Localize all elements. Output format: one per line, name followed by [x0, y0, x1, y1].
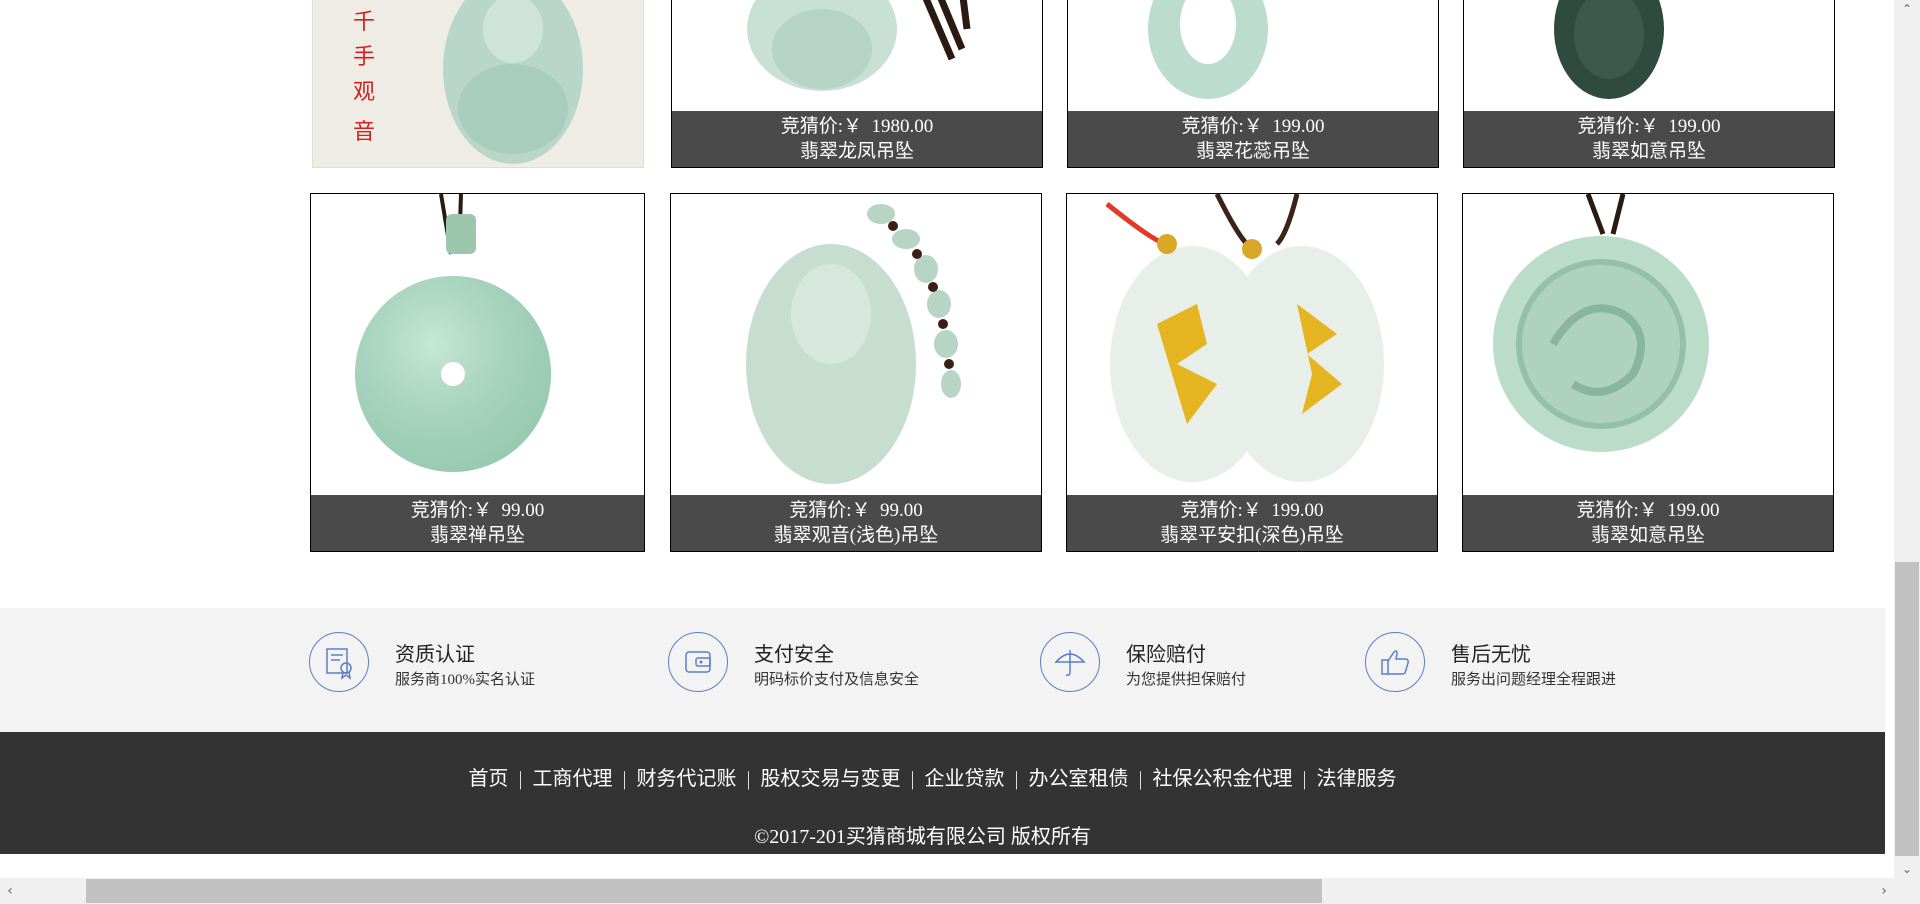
product-caption: 竞猜价:￥ 199.00 翡翠如意吊坠 — [1464, 111, 1834, 167]
service-title: 支付安全 — [754, 644, 834, 666]
currency-symbol: ￥ — [1639, 116, 1659, 137]
product-image[interactable] — [1463, 194, 1833, 495]
vertical-scroll-thumb[interactable] — [1895, 562, 1919, 856]
service-title: 保险赔付 — [1126, 644, 1206, 666]
product-name[interactable]: 翡翠如意吊坠 — [1464, 139, 1834, 164]
service-guarantees: 资质认证 服务商100%实名认证 支付安全 明码标价支付及信息安全 保险赔付 为… — [0, 608, 1885, 732]
footer-link-equity[interactable]: 股权交易与变更 — [760, 768, 900, 790]
price-label: 竞猜价: — [1181, 116, 1244, 137]
footer-separator: | — [1014, 768, 1019, 790]
price-label: 竞猜价: — [1577, 116, 1640, 137]
price-label: 竞猜价: — [1576, 500, 1639, 521]
product-card[interactable]: 竞猜价:￥ 99.00 翡翠观音(浅色)吊坠 — [670, 193, 1042, 552]
product-price: 199.00 — [1667, 500, 1720, 521]
service-title: 售后无忧 — [1451, 644, 1531, 666]
footer-link-home[interactable]: 首页 — [468, 768, 508, 790]
umbrella-icon — [1040, 632, 1100, 692]
product-grid: 千 手 观 音 竞猜价:￥ 1980.00 翡翠龙凤吊坠 竞猜价:￥ 199.0… — [310, 0, 1840, 558]
footer-link-office-rental[interactable]: 办公室租债 — [1029, 768, 1129, 790]
price-label: 竞猜价: — [410, 500, 473, 521]
product-caption: 竞猜价:￥ 99.00 翡翠禅吊坠 — [311, 495, 644, 551]
product-card[interactable]: 竞猜价:￥ 199.00 翡翠平安扣(深色)吊坠 — [1066, 193, 1438, 552]
product-name[interactable]: 翡翠平安扣(深色)吊坠 — [1067, 523, 1437, 548]
product-name[interactable]: 翡翠如意吊坠 — [1463, 523, 1833, 548]
product-caption: 竞猜价:￥ 199.00 翡翠如意吊坠 — [1463, 495, 1833, 551]
product-caption: 竞猜价:￥ 1980.00 翡翠龙凤吊坠 — [672, 111, 1042, 167]
product-image[interactable] — [1067, 194, 1437, 495]
scroll-right-icon[interactable]: › — [1874, 878, 1894, 904]
footer-link-bookkeeping[interactable]: 财务代记账 — [636, 768, 736, 790]
price-label: 竞猜价: — [1180, 500, 1243, 521]
product-price: 199.00 — [1271, 500, 1324, 521]
footer-separator: | — [518, 768, 523, 790]
horizontal-scroll-thumb[interactable] — [86, 879, 1322, 903]
product-caption: 竞猜价:￥ 199.00 翡翠平安扣(深色)吊坠 — [1067, 495, 1437, 551]
product-card[interactable]: 竞猜价:￥ 99.00 翡翠禅吊坠 — [310, 193, 645, 552]
service-desc: 为您提供担保赔付 — [1126, 672, 1247, 688]
currency-symbol: ￥ — [851, 500, 871, 521]
scroll-down-icon[interactable]: ⌄ — [1894, 860, 1920, 878]
product-price: 199.00 — [1272, 116, 1325, 137]
horizontal-scrollbar[interactable]: ‹ › — [0, 878, 1894, 904]
svg-text:手: 手 — [353, 45, 375, 70]
price-label: 竞猜价: — [789, 500, 852, 521]
footer-separator: | — [746, 768, 751, 790]
footer-separator: | — [1138, 768, 1143, 790]
svg-text:音: 音 — [353, 120, 375, 145]
currency-symbol: ￥ — [1638, 500, 1658, 521]
product-name[interactable]: 翡翠花蕊吊坠 — [1068, 139, 1438, 164]
product-price: 1980.00 — [871, 116, 934, 137]
footer-link-business-agency[interactable]: 工商代理 — [532, 768, 612, 790]
product-name[interactable]: 翡翠观音(浅色)吊坠 — [671, 523, 1041, 548]
scroll-up-icon[interactable]: ⌃ — [1894, 0, 1920, 18]
footer-separator: | — [910, 768, 915, 790]
page: 千 手 观 音 竞猜价:￥ 1980.00 翡翠龙凤吊坠 竞猜价:￥ 199.0… — [0, 0, 1885, 878]
wallet-icon — [668, 632, 728, 692]
product-image[interactable] — [311, 194, 644, 495]
footer-nav: 首页 | 工商代理 | 财务代记账 | 股权交易与变更 | 企业贷款 | 办公室租债 | 社保公积金代理… — [0, 762, 1885, 791]
product-price: 99.00 — [501, 500, 545, 521]
scroll-left-icon[interactable]: ‹ — [0, 878, 20, 904]
thumbs-up-icon — [1365, 632, 1425, 692]
currency-symbol: ￥ — [473, 500, 493, 521]
product-card[interactable]: 竞猜价:￥ 1980.00 翡翠龙凤吊坠 — [671, 0, 1043, 168]
product-price: 199.00 — [1668, 116, 1721, 137]
site-footer: 首页 | 工商代理 | 财务代记账 | 股权交易与变更 | 企业贷款 | 办公室租债 | 社保公积金代理… — [0, 732, 1885, 854]
footer-separator: | — [1302, 768, 1307, 790]
footer-separator: | — [622, 768, 627, 790]
svg-text:千: 千 — [353, 10, 375, 35]
product-name[interactable]: 翡翠龙凤吊坠 — [672, 139, 1042, 164]
certificate-icon — [309, 632, 369, 692]
copyright-text: ©2017-201买猜商城有限公司 版权所有 — [754, 826, 1091, 848]
product-image[interactable] — [1464, 0, 1834, 111]
footer-link-social-security[interactable]: 社保公积金代理 — [1153, 768, 1293, 790]
service-desc: 服务出问题经理全程跟进 — [1451, 672, 1617, 688]
service-title: 资质认证 — [395, 644, 475, 666]
service-desc: 服务商100%实名认证 — [395, 672, 535, 688]
service-desc: 明码标价支付及信息安全 — [754, 672, 920, 688]
product-caption: 竞猜价:￥ 199.00 翡翠花蕊吊坠 — [1068, 111, 1438, 167]
footer-link-legal[interactable]: 法律服务 — [1317, 768, 1397, 790]
product-image[interactable] — [672, 0, 1042, 111]
vertical-scrollbar[interactable]: ⌃ ⌄ — [1894, 0, 1920, 878]
currency-symbol: ￥ — [843, 116, 863, 137]
product-card[interactable]: 竞猜价:￥ 199.00 翡翠花蕊吊坠 — [1067, 0, 1439, 168]
product-name[interactable]: 翡翠禅吊坠 — [311, 523, 644, 548]
price-label: 竞猜价: — [780, 116, 843, 137]
scrollbar-corner — [1894, 878, 1920, 904]
product-image[interactable] — [1068, 0, 1438, 111]
product-caption: 竞猜价:￥ 99.00 翡翠观音(浅色)吊坠 — [671, 495, 1041, 551]
product-image[interactable] — [671, 194, 1041, 495]
currency-symbol: ￥ — [1243, 116, 1263, 137]
promo-banner-image[interactable]: 千 手 观 音 — [312, 0, 644, 168]
currency-symbol: ￥ — [1242, 500, 1262, 521]
product-price: 99.00 — [880, 500, 923, 521]
product-card[interactable]: 竞猜价:￥ 199.00 翡翠如意吊坠 — [1463, 0, 1835, 168]
svg-text:观: 观 — [353, 80, 375, 105]
footer-link-loans[interactable]: 企业贷款 — [925, 768, 1005, 790]
product-card[interactable]: 竞猜价:￥ 199.00 翡翠如意吊坠 — [1462, 193, 1834, 552]
